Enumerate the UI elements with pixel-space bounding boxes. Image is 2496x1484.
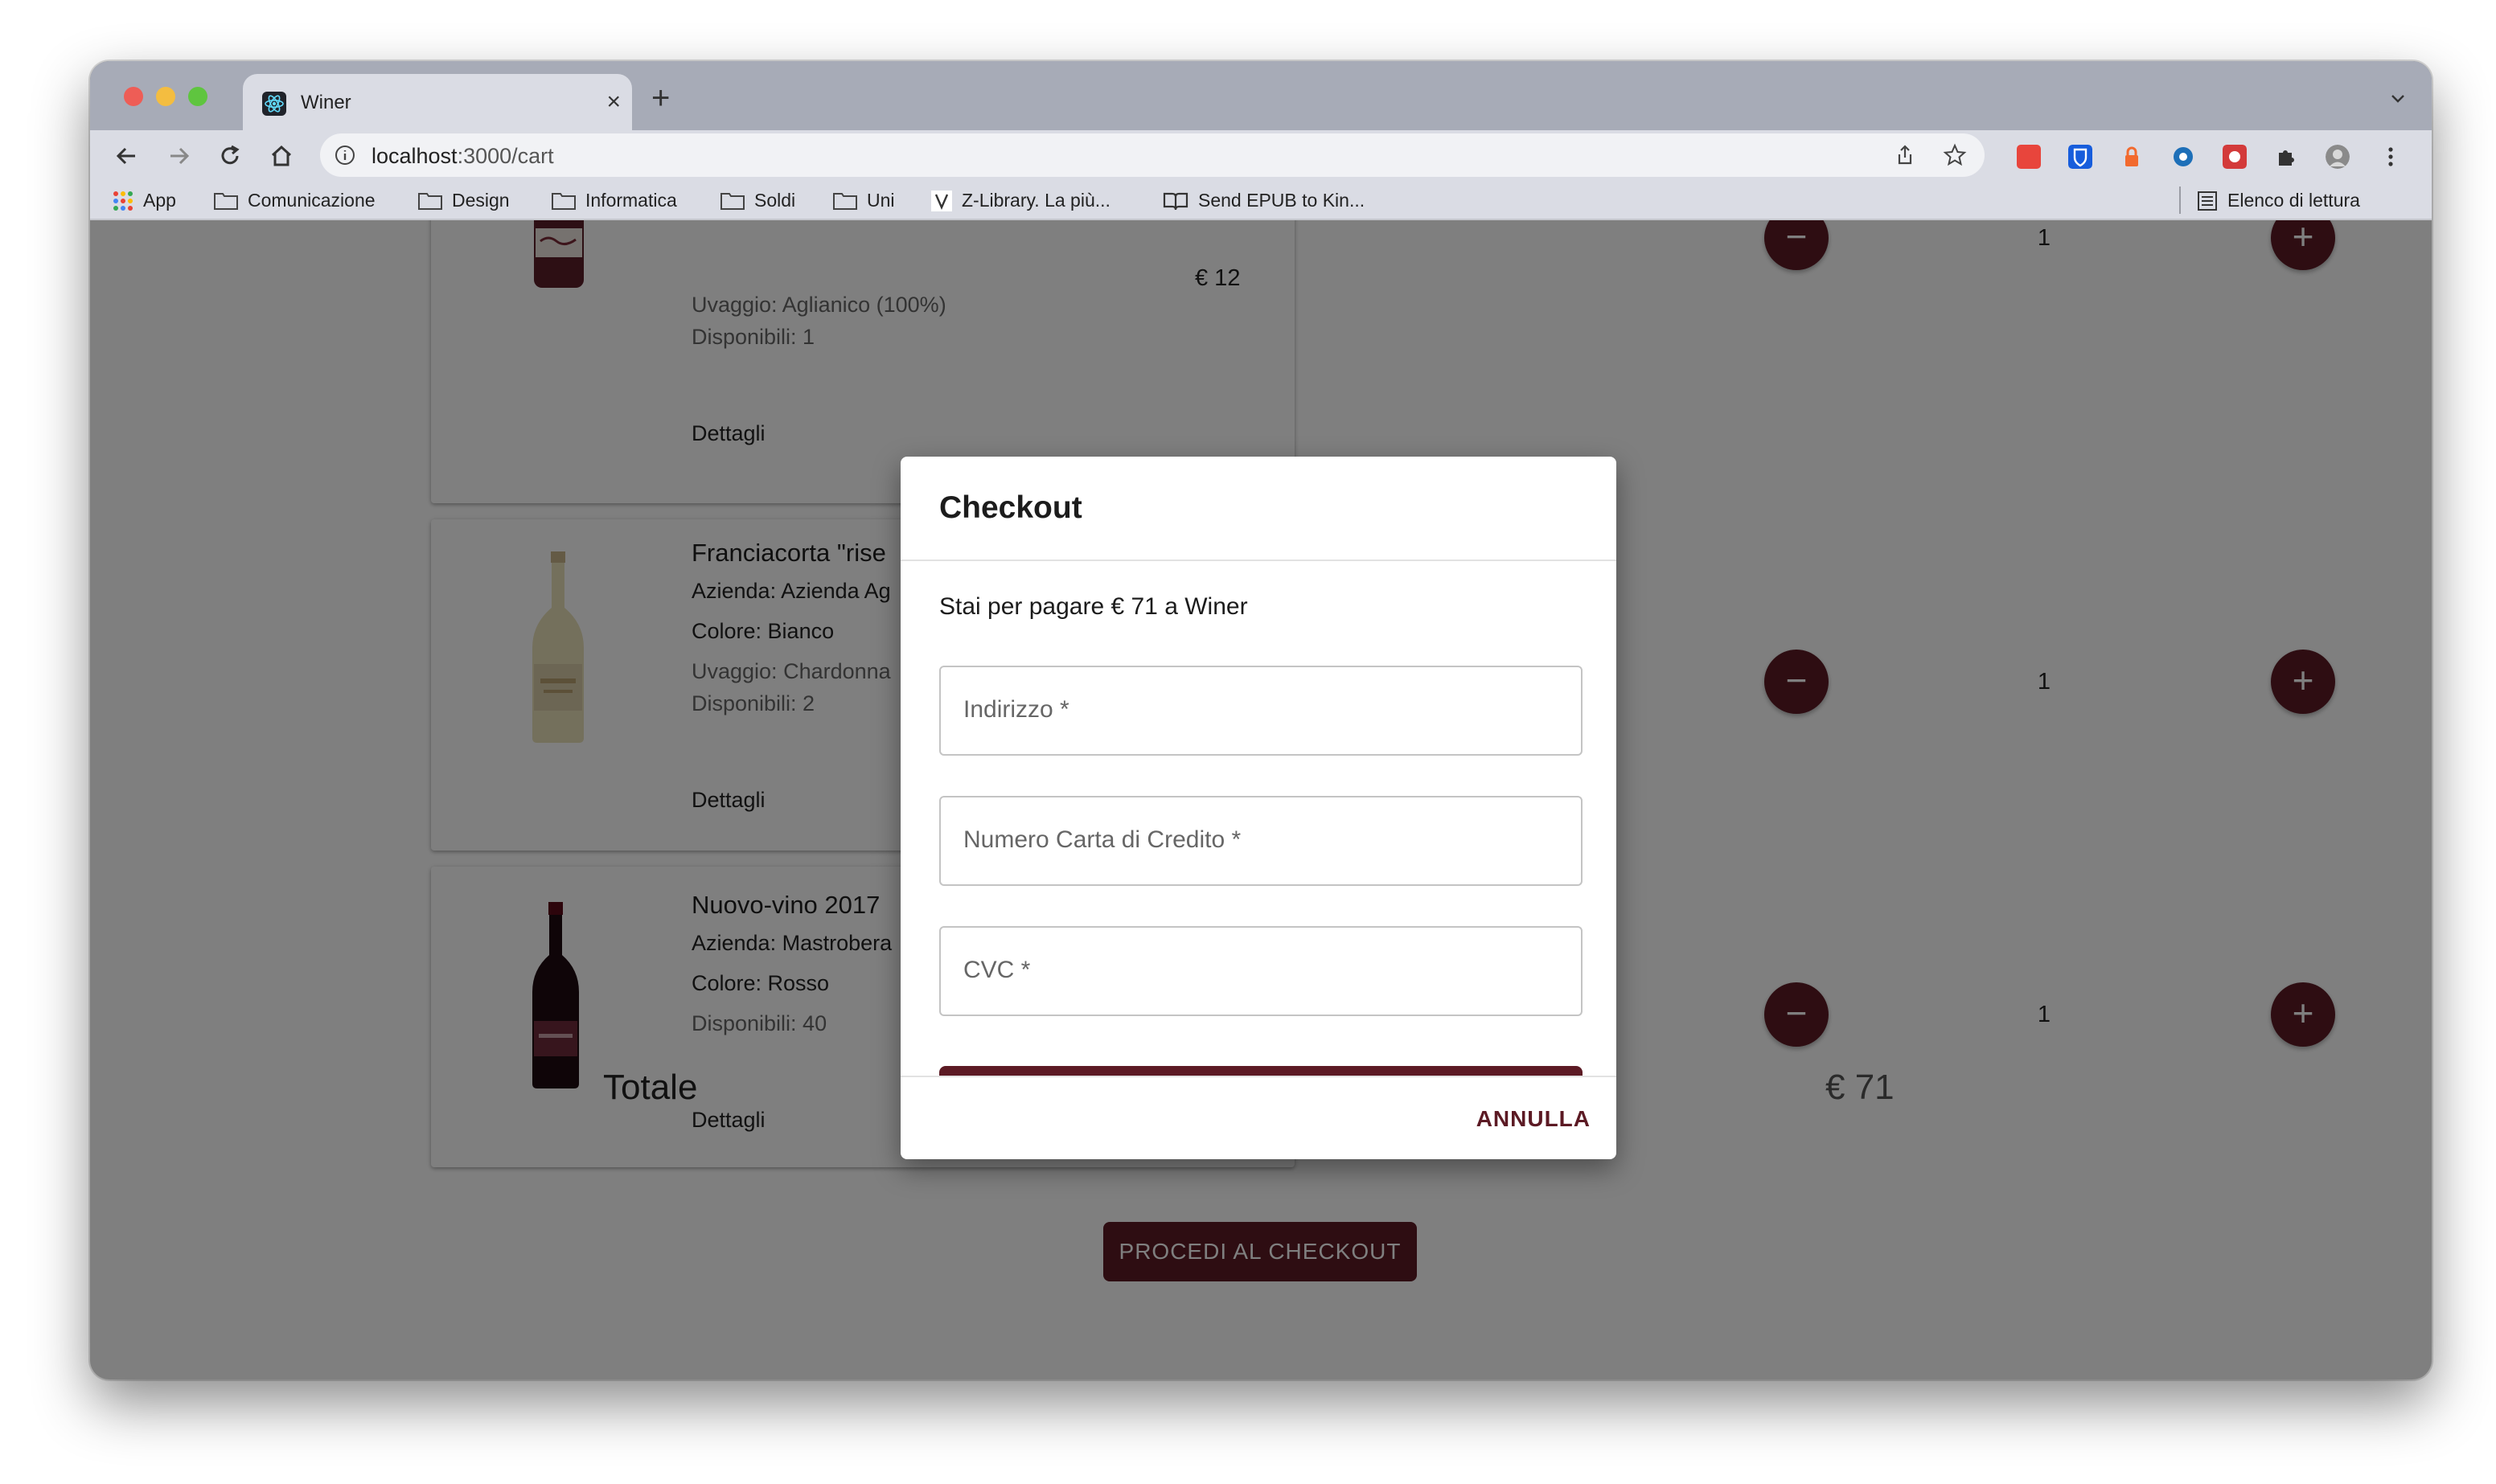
- lock-extension-icon[interactable]: [2120, 145, 2144, 169]
- info-icon[interactable]: [335, 145, 355, 166]
- credit-card-field[interactable]: Numero Carta di Credito *: [939, 796, 1583, 886]
- bookmark-label: Informatica: [585, 190, 677, 211]
- dialog-message: Stai per pagare € 71 a Winer: [939, 593, 1248, 620]
- cvc-field[interactable]: CVC *: [939, 926, 1583, 1016]
- maximize-window-button[interactable]: [188, 87, 207, 106]
- address-bar[interactable]: localhost:3000/cart: [320, 133, 1985, 177]
- tab-strip: Winer × +: [90, 61, 2432, 132]
- url-host: localhost: [372, 144, 458, 168]
- url-text: localhost:3000/cart: [372, 144, 554, 169]
- more-vertical-icon[interactable]: [2379, 145, 2403, 169]
- folder-icon: [720, 192, 745, 210]
- folder-icon: [418, 192, 442, 210]
- bookmark-label: Comunicazione: [248, 190, 376, 211]
- close-window-button[interactable]: [124, 87, 143, 106]
- browser-window: Winer × + localhost:3000/cart App Comuni…: [90, 61, 2432, 1379]
- bookmark-uni[interactable]: Uni: [833, 190, 895, 211]
- chevron-down-icon[interactable]: [2388, 88, 2408, 108]
- bookmark-label: Send EPUB to Kin...: [1198, 190, 1365, 211]
- bookmark-zlibrary[interactable]: Z-Library. La più...: [931, 190, 1110, 211]
- bookmark-app[interactable]: App: [113, 190, 176, 211]
- share-icon[interactable]: [1893, 143, 1917, 167]
- minimize-window-button[interactable]: [156, 87, 175, 106]
- dialog-divider: [901, 560, 1616, 561]
- profile-avatar[interactable]: [2326, 145, 2350, 169]
- dialog-title: Checkout: [939, 490, 1082, 525]
- bookmark-send-epub[interactable]: Send EPUB to Kin...: [1163, 190, 1365, 211]
- cvc-field-label: CVC *: [963, 957, 1031, 983]
- star-icon[interactable]: [1943, 143, 1967, 167]
- browser-toolbar: localhost:3000/cart: [90, 130, 2432, 180]
- url-path: :3000/cart: [457, 144, 554, 168]
- cancel-button[interactable]: ANNULLA: [1476, 1106, 1591, 1132]
- bookmark-label: Soldi: [754, 190, 796, 211]
- react-icon: [262, 92, 286, 116]
- bookmark-label: App: [143, 190, 176, 211]
- globe-extension-icon[interactable]: [2171, 145, 2195, 169]
- back-icon[interactable]: [111, 140, 143, 172]
- tab-winer[interactable]: Winer ×: [243, 74, 632, 132]
- folder-icon: [214, 192, 238, 210]
- bookmark-design[interactable]: Design: [418, 190, 510, 211]
- address-field-label: Indirizzo *: [963, 696, 1069, 723]
- reading-list-label: Elenco di lettura: [2227, 190, 2360, 211]
- bookmarks-separator: [2179, 187, 2181, 214]
- bookmark-label: Uni: [867, 190, 895, 211]
- bitwarden-icon[interactable]: [2068, 145, 2092, 169]
- dialog-actions-divider: [901, 1076, 1616, 1077]
- extension-red-icon[interactable]: [2017, 145, 2041, 169]
- book-open-icon: [1163, 192, 1188, 210]
- address-field[interactable]: Indirizzo *: [939, 666, 1583, 756]
- home-icon[interactable]: [265, 140, 298, 172]
- checkout-dialog: Checkout Stai per pagare € 71 a Winer In…: [901, 457, 1616, 1159]
- puzzle-red-extension-icon[interactable]: [2223, 145, 2247, 169]
- reading-list-button[interactable]: Elenco di lettura: [2197, 190, 2360, 211]
- bookmark-comunicazione[interactable]: Comunicazione: [214, 190, 376, 211]
- folder-icon: [833, 192, 857, 210]
- new-tab-button[interactable]: +: [651, 82, 670, 114]
- reading-list-icon: [2198, 191, 2217, 211]
- bookmark-label: Z-Library. La più...: [962, 190, 1110, 211]
- bookmark-informatica[interactable]: Informatica: [552, 190, 677, 211]
- bookmark-label: Design: [452, 190, 510, 211]
- bookmark-soldi[interactable]: Soldi: [720, 190, 795, 211]
- pay-button-partial[interactable]: [939, 1066, 1583, 1076]
- close-tab-icon[interactable]: ×: [606, 88, 621, 116]
- tab-title: Winer: [301, 92, 351, 113]
- folder-icon: [552, 192, 576, 210]
- forward-icon[interactable]: [162, 140, 195, 172]
- credit-card-field-label: Numero Carta di Credito *: [963, 826, 1242, 853]
- zlibrary-icon: [931, 190, 952, 211]
- bookmarks-bar: App Comunicazione Design Informatica Sol…: [90, 180, 2432, 220]
- extensions-puzzle-icon[interactable]: [2274, 145, 2298, 169]
- apps-grid-icon: [113, 191, 133, 211]
- reload-icon[interactable]: [214, 140, 246, 172]
